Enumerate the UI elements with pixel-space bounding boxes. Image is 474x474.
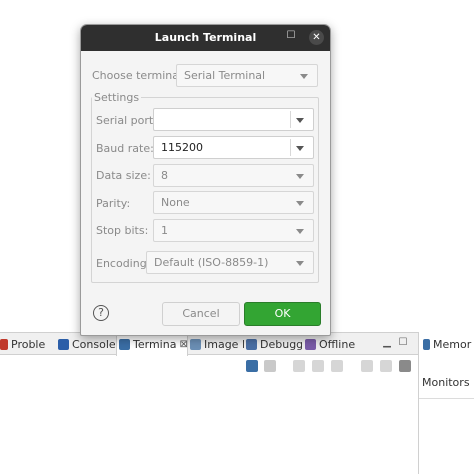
select-all-icon[interactable]	[380, 360, 392, 372]
data-size-value: 8	[161, 169, 168, 182]
baud-rate-value: 115200	[161, 141, 203, 154]
paste-icon[interactable]	[312, 360, 324, 372]
close-icon[interactable]: ✕	[309, 30, 324, 45]
divider	[419, 398, 474, 399]
open-terminal-icon[interactable]	[246, 360, 258, 372]
dialog-titlebar[interactable]: Launch Terminal ☐ ✕	[81, 25, 330, 51]
close-tab-icon[interactable]: ⊠	[179, 339, 187, 350]
tab-debugger[interactable]: Debugg	[246, 333, 302, 355]
choose-terminal-value: Serial Terminal	[184, 69, 266, 82]
tab-console[interactable]: Console	[58, 333, 115, 355]
maximize-icon[interactable]: ☐	[397, 337, 409, 349]
tab-offline[interactable]: Offline	[305, 333, 367, 355]
parity-label: Parity:	[96, 197, 131, 210]
right-views-pane: Memor Monitors	[418, 332, 474, 474]
ok-button[interactable]: OK	[244, 302, 321, 326]
tab-image-info[interactable]: Image I	[190, 333, 244, 355]
chevron-down-icon[interactable]	[296, 146, 304, 151]
serial-port-combo[interactable]	[153, 108, 314, 131]
parity-value: None	[161, 196, 190, 209]
serial-port-label: Serial port:	[96, 114, 157, 127]
copy-icon[interactable]	[293, 360, 305, 372]
monitors-label: Monitors	[422, 376, 470, 389]
chevron-down-icon	[296, 201, 304, 206]
maximize-icon[interactable]: ☐	[286, 31, 296, 41]
chevron-down-icon	[296, 229, 304, 234]
data-size-select[interactable]: 8	[153, 164, 314, 187]
tab-terminal[interactable]: Termina ⊠	[116, 333, 188, 356]
help-icon[interactable]: ?	[93, 305, 109, 321]
settings-group-label: Settings	[92, 91, 142, 104]
scroll-lock-icon[interactable]	[361, 360, 373, 372]
baud-rate-label: Baud rate:	[96, 142, 154, 155]
cancel-button[interactable]: Cancel	[162, 302, 240, 326]
choose-terminal-select[interactable]: Serial Terminal	[176, 64, 318, 87]
minimize-icon[interactable]: ▁	[381, 337, 393, 349]
baud-rate-combo[interactable]: 115200	[153, 136, 314, 159]
chevron-down-icon	[300, 74, 308, 79]
view-menu-icon[interactable]	[399, 360, 411, 372]
chevron-down-icon	[296, 174, 304, 179]
clear-icon[interactable]	[331, 360, 343, 372]
stop-bits-select[interactable]: 1	[153, 219, 314, 242]
encoding-value: Default (ISO-8859-1)	[154, 256, 269, 269]
data-size-label: Data size:	[96, 169, 151, 182]
screen: Proble Console Termina ⊠ Image I Debugg …	[0, 0, 474, 474]
divider	[290, 139, 291, 156]
problems-icon	[0, 338, 8, 350]
debugger-icon	[246, 338, 257, 350]
disconnect-icon[interactable]	[264, 360, 276, 372]
chevron-down-icon[interactable]	[296, 118, 304, 123]
memory-icon	[423, 338, 430, 350]
terminal-toolbar	[0, 356, 418, 376]
encoding-select[interactable]: Default (ISO-8859-1)	[146, 251, 314, 274]
parity-select[interactable]: None	[153, 191, 314, 214]
offline-icon	[305, 338, 316, 350]
choose-terminal-label: Choose terminal:	[92, 69, 186, 82]
chevron-down-icon	[296, 261, 304, 266]
tab-memory[interactable]: Memor	[423, 334, 474, 354]
tab-problems[interactable]: Proble	[0, 333, 56, 355]
encoding-label: Encoding:	[96, 257, 151, 270]
terminal-icon	[119, 339, 130, 350]
console-icon	[58, 338, 69, 350]
divider	[290, 111, 291, 128]
stop-bits-value: 1	[161, 224, 168, 237]
stop-bits-label: Stop bits:	[96, 224, 149, 237]
image-info-icon	[190, 338, 201, 350]
